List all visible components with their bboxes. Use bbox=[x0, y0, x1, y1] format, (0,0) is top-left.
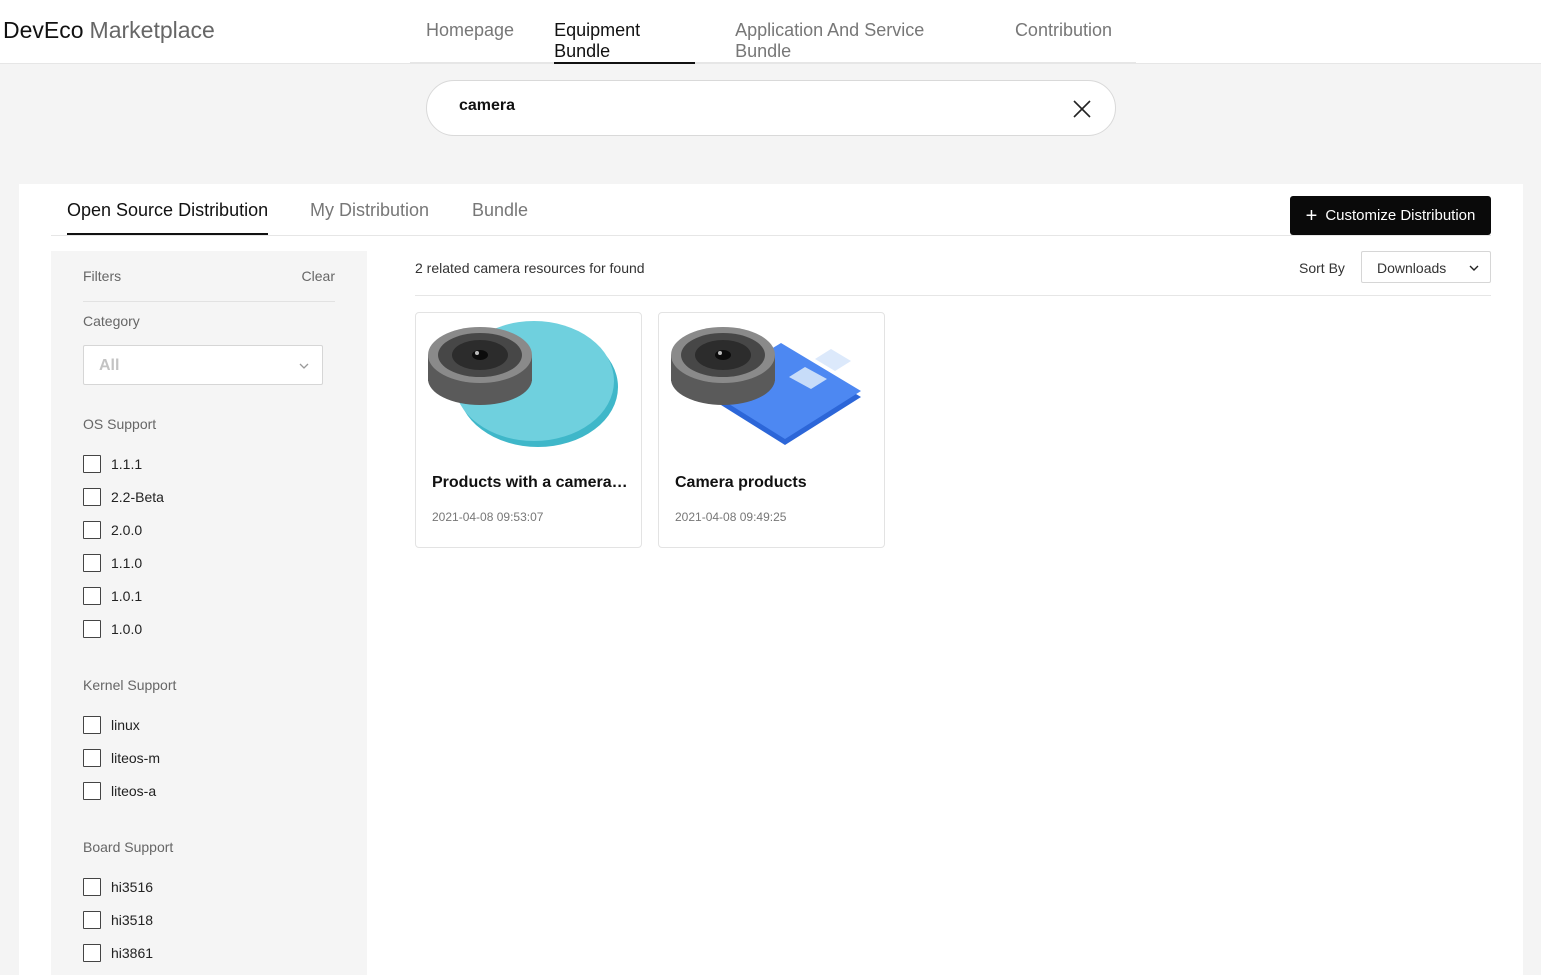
checkbox-label: 1.1.1 bbox=[111, 456, 143, 472]
checkbox-label: hi3861 bbox=[111, 945, 154, 961]
checkbox[interactable] bbox=[83, 878, 101, 896]
checkbox-label: linux bbox=[111, 717, 140, 733]
board-support-title: Board Support bbox=[83, 839, 174, 855]
search-box bbox=[426, 80, 1116, 136]
main-nav: Homepage Equipment Bundle Application An… bbox=[410, 0, 1136, 64]
os-option-1-0-0[interactable]: 1.0.0 bbox=[83, 619, 142, 639]
checkbox[interactable] bbox=[83, 488, 101, 506]
distribution-tabs: Open Source Distribution My Distribution… bbox=[51, 184, 1491, 236]
checkbox[interactable] bbox=[83, 455, 101, 473]
kernel-option-linux[interactable]: linux bbox=[83, 715, 140, 735]
os-option-1-1-0[interactable]: 1.1.0 bbox=[83, 553, 142, 573]
card-title: Camera products bbox=[675, 474, 807, 491]
sort-select[interactable]: Downloads bbox=[1361, 251, 1491, 283]
results-count: 2 related camera resources for found bbox=[415, 260, 645, 276]
checkbox[interactable] bbox=[83, 911, 101, 929]
checkbox-label: 2.0.0 bbox=[111, 522, 143, 538]
customize-distribution-button[interactable]: + Customize Distribution bbox=[1290, 196, 1491, 235]
plus-icon: + bbox=[1305, 204, 1318, 227]
search-input[interactable] bbox=[459, 97, 1019, 115]
checkbox-label: hi3518 bbox=[111, 912, 154, 928]
card-date: 2021-04-08 09:49:25 bbox=[675, 510, 787, 524]
sort-selected-value: Downloads bbox=[1377, 260, 1447, 276]
kernel-option-liteos-a[interactable]: liteos-a bbox=[83, 781, 156, 801]
checkbox-label: liteos-m bbox=[111, 750, 161, 766]
card-title: Products with a camera a... bbox=[432, 474, 632, 491]
checkbox-label: liteos-a bbox=[111, 783, 157, 799]
brand-primary: DevEco bbox=[3, 17, 84, 43]
checkbox[interactable] bbox=[83, 620, 101, 638]
checkbox[interactable] bbox=[83, 587, 101, 605]
camera-on-teal-disc-image bbox=[428, 321, 618, 447]
sort-by-label: Sort By bbox=[1299, 260, 1345, 276]
checkbox-label: 1.0.1 bbox=[111, 588, 143, 604]
os-option-2-2-beta[interactable]: 2.2-Beta bbox=[83, 487, 164, 507]
card-date: 2021-04-08 09:53:07 bbox=[432, 510, 544, 524]
checkbox[interactable] bbox=[83, 716, 101, 734]
nav-homepage[interactable]: Homepage bbox=[426, 0, 514, 63]
board-option-hi3516[interactable]: hi3516 bbox=[83, 877, 153, 897]
board-option-hi3861[interactable]: hi3861 bbox=[83, 943, 153, 963]
tab-open-source-distribution[interactable]: Open Source Distribution bbox=[67, 200, 269, 235]
resource-card[interactable]: Camera products 2021-04-08 09:49:25 bbox=[658, 312, 885, 548]
content-panel: Open Source Distribution My Distribution… bbox=[19, 184, 1523, 975]
filters-header: Filters Clear bbox=[83, 268, 335, 302]
os-support-title: OS Support bbox=[83, 416, 157, 432]
category-selected-value: All bbox=[99, 357, 120, 374]
checkbox[interactable] bbox=[83, 749, 101, 767]
checkbox-label: 1.0.0 bbox=[111, 621, 143, 637]
customize-distribution-label: Customize Distribution bbox=[1325, 207, 1476, 224]
kernel-support-title: Kernel Support bbox=[83, 677, 177, 693]
clear-filters-button[interactable]: Clear bbox=[302, 268, 335, 284]
tab-my-distribution[interactable]: My Distribution bbox=[310, 200, 429, 221]
checkbox-label: 1.1.0 bbox=[111, 555, 143, 571]
board-option-hi3518[interactable]: hi3518 bbox=[83, 910, 153, 930]
resource-card[interactable]: Products with a camera a... 2021-04-08 0… bbox=[415, 312, 642, 548]
camera-on-blue-tile-image bbox=[671, 327, 861, 445]
filters-sidebar: Filters Clear Category All OS Support 1.… bbox=[51, 251, 367, 975]
checkbox[interactable] bbox=[83, 521, 101, 539]
nav-contribution[interactable]: Contribution bbox=[1015, 0, 1112, 63]
brand-logo[interactable]: DevEco Marketplace bbox=[3, 17, 215, 44]
results-header: 2 related camera resources for found Sor… bbox=[415, 251, 1491, 296]
nav-equipment-bundle[interactable]: Equipment Bundle bbox=[554, 0, 696, 64]
top-bar: DevEco Marketplace Homepage Equipment Bun… bbox=[0, 0, 1541, 64]
os-option-1-1-1[interactable]: 1.1.1 bbox=[83, 454, 142, 474]
filters-title: Filters bbox=[83, 268, 122, 284]
nav-application-service-bundle[interactable]: Application And Service Bundle bbox=[735, 0, 975, 63]
category-title: Category bbox=[83, 313, 140, 329]
kernel-option-liteos-m[interactable]: liteos-m bbox=[83, 748, 160, 768]
checkbox[interactable] bbox=[83, 782, 101, 800]
close-icon[interactable] bbox=[1071, 98, 1093, 120]
checkbox[interactable] bbox=[83, 554, 101, 572]
os-option-2-0-0[interactable]: 2.0.0 bbox=[83, 520, 142, 540]
category-select[interactable]: All bbox=[83, 345, 323, 385]
checkbox-label: 2.2-Beta bbox=[111, 489, 164, 505]
chevron-down-icon bbox=[1469, 265, 1479, 271]
os-option-1-0-1[interactable]: 1.0.1 bbox=[83, 586, 142, 606]
tab-bundle[interactable]: Bundle bbox=[472, 200, 528, 221]
checkbox[interactable] bbox=[83, 944, 101, 962]
brand-secondary: Marketplace bbox=[89, 17, 215, 43]
chevron-down-icon bbox=[299, 363, 309, 369]
checkbox-label: hi3516 bbox=[111, 879, 154, 895]
